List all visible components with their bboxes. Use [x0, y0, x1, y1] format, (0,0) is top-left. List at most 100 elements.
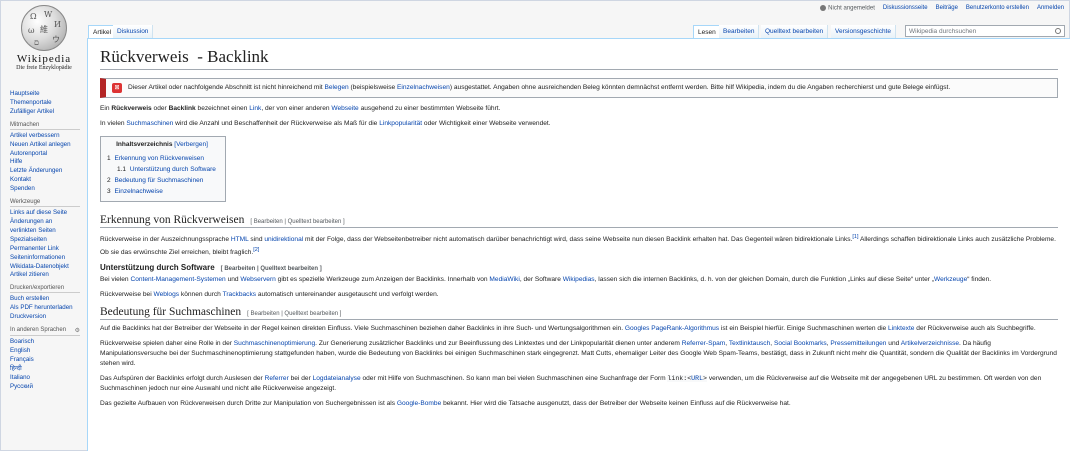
sidebar-item-related-changes[interactable]: Änderungen an — [10, 218, 86, 227]
sidebar-lang-en[interactable]: English — [10, 347, 86, 356]
logo-tagline: Die freie Enzyklopädie — [16, 65, 72, 71]
tab-read[interactable]: Lesen — [693, 25, 721, 38]
link-webseite[interactable]: Webseite — [331, 105, 358, 112]
contributions-link[interactable]: Beiträge — [936, 5, 958, 11]
sidebar-item-contact[interactable]: Kontakt — [10, 176, 86, 185]
sidebar-item-related-changes-cont[interactable]: verlinkten Seiten — [10, 227, 86, 236]
sidebar-lang-ru[interactable]: Русский — [10, 383, 86, 392]
sidebar-item-improve-article[interactable]: Artikel verbessern — [10, 132, 86, 141]
sidebar-item-themenportale[interactable]: Themenportale — [10, 99, 86, 108]
sidebar-lang-hi[interactable]: हिन्दी — [10, 365, 86, 374]
sidebar-item-random-article[interactable]: Zufälliger Artikel — [10, 108, 86, 117]
sidebar-item-new-article[interactable]: Neuen Artikel anlegen — [10, 141, 86, 150]
code-snippet: link:<URL> — [667, 375, 707, 383]
link-referrer-spam[interactable]: Referrer-Spam — [682, 340, 726, 347]
sidebar-navigation: Hauptseite Themenportale Zufälliger Arti… — [10, 90, 86, 117]
sidebar-item-permalink[interactable]: Permanenter Link — [10, 245, 86, 254]
sidebar-lang-bar[interactable]: Boarisch — [10, 338, 86, 347]
sidebar-item-what-links-here[interactable]: Links auf diese Seite — [10, 209, 86, 218]
warning-icon: ⊠ — [112, 83, 122, 93]
tab-article[interactable]: Artikel — [88, 25, 117, 38]
sidebar-print-export: Drucken/exportieren Buch erstellen Als P… — [10, 285, 86, 322]
tab-discussion[interactable]: Diskussion — [113, 25, 154, 38]
sidebar-item-page-info[interactable]: Seiteninformationen — [10, 254, 86, 263]
sidebar-item-print-version[interactable]: Druckversion — [10, 313, 86, 322]
link-belegen[interactable]: Belegen — [324, 84, 348, 91]
sidebar-item-hauptseite[interactable]: Hauptseite — [10, 90, 86, 99]
link-artikelverzeichnisse[interactable]: Artikelverzeichnisse — [901, 340, 959, 347]
create-account-link[interactable]: Benutzerkonto erstellen — [966, 5, 1029, 11]
personal-tools: Nicht angemeldet Diskussionsseite Beiträ… — [820, 5, 1064, 12]
section-paragraph: Rückverweise bei Weblogs können durch Tr… — [100, 291, 439, 299]
not-logged-in-status: Nicht angemeldet — [820, 5, 875, 12]
section-paragraph: Das Aufspüren der Backlinks erfolgt durc… — [100, 375, 1042, 393]
sidebar-item-cite[interactable]: Artikel zitieren — [10, 271, 86, 280]
link-html[interactable]: HTML — [231, 236, 249, 243]
section-paragraph: Das gezielte Aufbauen von Rückverweisen … — [100, 400, 791, 408]
link-wikipedias[interactable]: Wikipedias — [563, 276, 595, 283]
sidebar-item-donate[interactable]: Spenden — [10, 185, 86, 194]
link-social-bookmarks[interactable]: Social Bookmarks — [774, 340, 827, 347]
sidebar-mitmachen: Mitmachen Artikel verbessern Neuen Artik… — [10, 122, 86, 194]
toc-toggle[interactable]: [Verbergen] — [174, 141, 208, 148]
link-logdateianalyse[interactable]: Logdateianalyse — [313, 375, 361, 382]
link-pagerank[interactable]: Googles PageRank-Algorithmus — [625, 325, 719, 332]
search-input[interactable]: Wikipedia durchsuchen — [905, 25, 1065, 37]
intro-paragraph-2: In vielen Suchmaschinen wird die Anzahl … — [100, 120, 551, 127]
toc-item[interactable]: 3 Einzelnachweise — [107, 186, 217, 197]
link-suchmaschinen[interactable]: Suchmaschinen — [126, 120, 173, 127]
section-edit-links[interactable]: [ Bearbeiten | Quelltext bearbeiten ] — [247, 311, 341, 317]
link-seo[interactable]: Suchmaschinenoptimierung — [234, 340, 315, 347]
sidebar-item-create-book[interactable]: Buch erstellen — [10, 295, 86, 304]
link-cms[interactable]: Content-Management-Systemen — [130, 276, 225, 283]
section-paragraph: Rückverweise spielen daher eine Rolle in… — [100, 340, 1057, 368]
link-linkpopularitaet[interactable]: Linkpopularität — [379, 120, 422, 127]
page-title: Rückverweis - Backlink — [100, 47, 1058, 70]
toc-title: Inhaltsverzeichnis [Verbergen] — [116, 141, 208, 148]
link-weblogs[interactable]: Weblogs — [154, 291, 180, 298]
link-referrer[interactable]: Referrer — [265, 375, 289, 382]
link-werkzeuge[interactable]: Werkzeuge — [934, 276, 967, 283]
article-content: Rückverweis - Backlink ⊠ Dieser Artikel … — [87, 38, 1070, 451]
tab-history[interactable]: Versionsgeschichte — [831, 25, 897, 38]
link-linktexte[interactable]: Linktexte — [888, 325, 914, 332]
sidebar-item-help[interactable]: Hilfe — [10, 158, 86, 167]
toc-item[interactable]: 1 Erkennung von Rückverweisen — [107, 153, 217, 164]
reference-2[interactable]: [2] — [253, 247, 259, 253]
tab-source-edit[interactable]: Quelltext bearbeiten — [761, 25, 829, 38]
toc-item[interactable]: 1.1 Unterstützung durch Software — [107, 164, 217, 175]
search-icon[interactable] — [1055, 28, 1061, 34]
wikipedia-logo[interactable]: ΩWИ ω維ウם Wikipedia Die freie Enzyklopädi… — [4, 5, 84, 85]
section-paragraph: Rückverweise in der Auszeichnungssprache… — [100, 234, 1056, 257]
talk-page-link[interactable]: Diskussionsseite — [883, 5, 928, 11]
link-trackbacks[interactable]: Trackbacks — [223, 291, 256, 298]
link-einzelnachweise[interactable]: Einzelnachweisen — [397, 84, 450, 91]
section-edit-links[interactable]: [ Bearbeiten | Quelltext bearbeiten ] — [250, 219, 344, 225]
link-link[interactable]: Link — [249, 105, 261, 112]
link-google-bombe[interactable]: Google-Bombe — [397, 400, 441, 407]
notice-text: Dieser Artikel oder nachfolgende Abschni… — [128, 84, 951, 91]
sidebar-item-author-portal[interactable]: Autorenportal — [10, 150, 86, 159]
login-link[interactable]: Anmelden — [1037, 5, 1064, 11]
sidebar-item-special-pages[interactable]: Spezialseiten — [10, 236, 86, 245]
tab-edit[interactable]: Bearbeiten — [719, 25, 760, 38]
section-edit-links[interactable]: [ Bearbeiten | Quelltext bearbeiten ] — [221, 266, 322, 272]
sidebar-lang-fr[interactable]: Français — [10, 356, 86, 365]
link-unidirektional[interactable]: unidirektional — [264, 236, 303, 243]
sidebar-heading-werkzeuge: Werkzeuge — [10, 199, 80, 208]
search-placeholder: Wikipedia durchsuchen — [909, 28, 977, 35]
link-mediawiki[interactable]: MediaWiki — [489, 276, 519, 283]
sidebar-item-download-pdf[interactable]: Als PDF herunterladen — [10, 304, 86, 313]
toc-item[interactable]: 2 Bedeutung für Suchmaschinen — [107, 175, 217, 186]
gear-icon[interactable]: ⚙ — [75, 327, 80, 334]
sidebar-lang-it[interactable]: Italiano — [10, 374, 86, 383]
link-pressemitteilungen[interactable]: Pressemitteilungen — [830, 340, 886, 347]
link-textlinktausch[interactable]: Textlinktausch — [729, 340, 770, 347]
sidebar-item-recent-changes[interactable]: Letzte Änderungen — [10, 167, 86, 176]
link-url[interactable]: URL — [691, 375, 703, 382]
section-heading-erkennung: Erkennung von Rückverweisen[ Bearbeiten … — [100, 214, 1058, 228]
sidebar-heading-languages: In anderen Sprachen ⚙ — [10, 327, 80, 337]
sidebar-item-wikidata[interactable]: Wikidata-Datenobjekt — [10, 263, 86, 272]
link-webserver[interactable]: Webservern — [240, 276, 275, 283]
sidebar-languages: In anderen Sprachen ⚙ Boarisch English Fr… — [10, 327, 86, 391]
